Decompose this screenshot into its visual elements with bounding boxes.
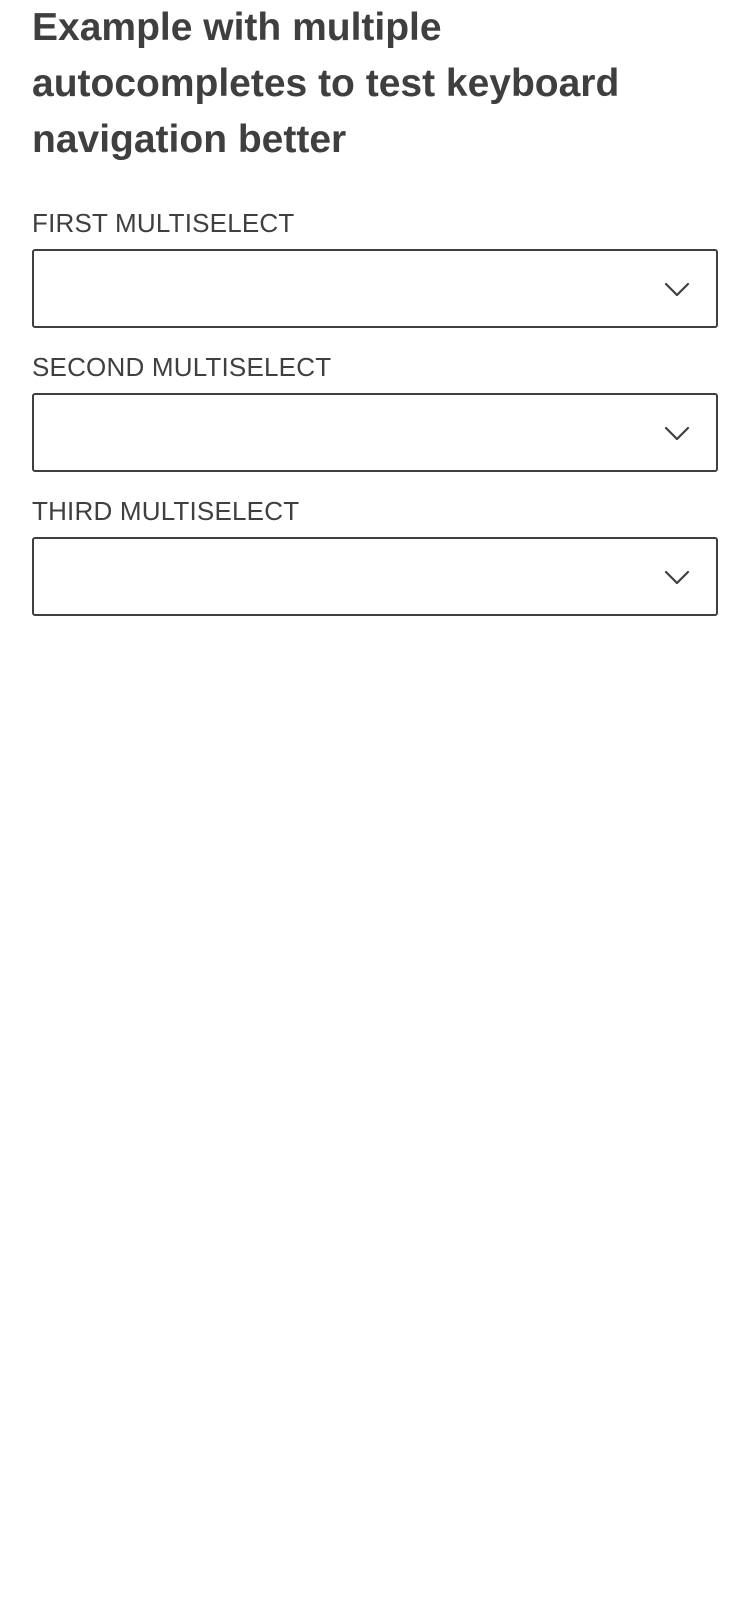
page-title: Example with multiple autocompletes to t… bbox=[32, 6, 620, 161]
second-multiselect-label: SECOND MULTISELECT bbox=[32, 352, 332, 382]
first-multiselect-input[interactable] bbox=[32, 249, 718, 328]
third-multiselect-field: THIRD MULTISELECT bbox=[32, 496, 718, 616]
second-multiselect-field: SECOND MULTISELECT bbox=[32, 352, 718, 472]
chevron-down-icon[interactable] bbox=[664, 420, 690, 446]
first-multiselect-label: FIRST MULTISELECT bbox=[32, 208, 295, 238]
third-multiselect-label: THIRD MULTISELECT bbox=[32, 496, 300, 526]
first-multiselect-field: FIRST MULTISELECT bbox=[32, 208, 718, 328]
chevron-down-icon[interactable] bbox=[664, 276, 690, 302]
title-container: Example with multiple autocompletes to t… bbox=[32, 0, 692, 168]
page: Example with multiple autocompletes to t… bbox=[0, 0, 750, 1624]
chevron-down-icon[interactable] bbox=[664, 564, 690, 590]
third-multiselect-input[interactable] bbox=[32, 537, 718, 616]
second-multiselect-input[interactable] bbox=[32, 393, 718, 472]
